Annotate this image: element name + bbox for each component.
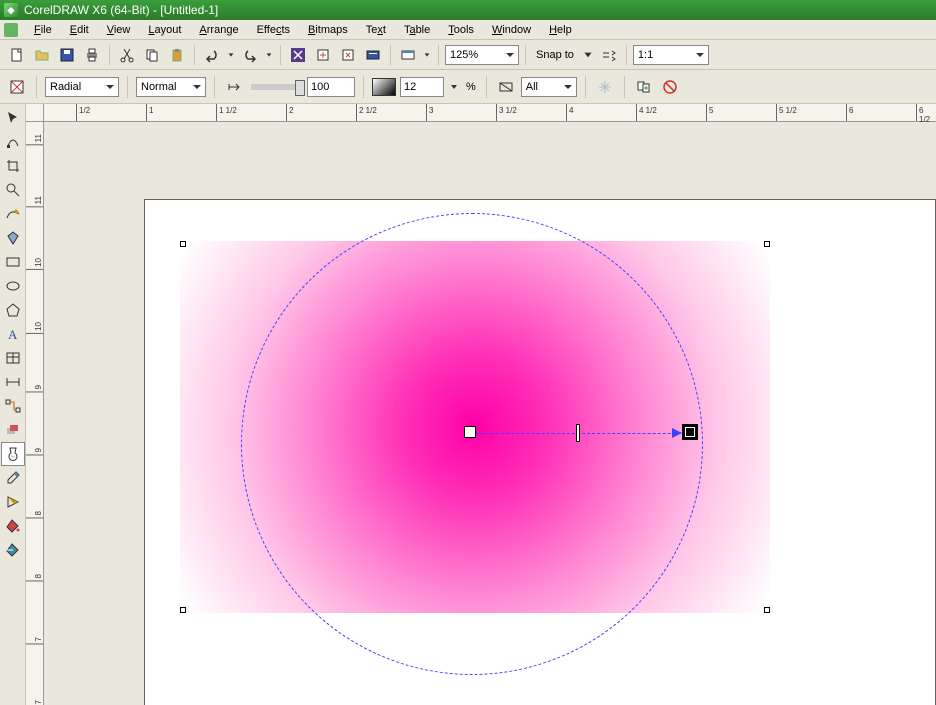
ruler-vertical[interactable]: 11 11 10 10 9 9 8 8 7 7: [26, 122, 44, 705]
percent-label: %: [464, 81, 478, 93]
toolbox: A: [0, 104, 26, 705]
doc-logo-icon: [4, 23, 18, 37]
zoom-tool[interactable]: [1, 178, 25, 202]
ruler-origin[interactable]: [26, 104, 44, 122]
transparency-direction-button[interactable]: [223, 76, 245, 98]
menu-window[interactable]: Window: [484, 22, 539, 38]
apply-scope-dropdown[interactable]: All: [521, 77, 577, 97]
gradient-control-line[interactable]: [471, 433, 691, 434]
canvas-area[interactable]: 1/2 1 1 1/2 2 2 1/2 3 3 1/2 4 4 1/2 5 5 …: [26, 104, 936, 705]
ruler-horizontal[interactable]: 1/2 1 1 1/2 2 2 1/2 3 3 1/2 4 4 1/2 5 5 …: [44, 104, 936, 122]
launcher-dropdown[interactable]: [422, 44, 432, 66]
snap-options-button[interactable]: [598, 44, 620, 66]
save-button[interactable]: [56, 44, 78, 66]
connector-tool[interactable]: [1, 394, 25, 418]
menu-text[interactable]: Text: [358, 22, 394, 38]
menu-file[interactable]: File: [26, 22, 60, 38]
gradient-preview-icon: [372, 78, 396, 96]
interactive-fill-tool[interactable]: [1, 538, 25, 562]
ratio-dropdown[interactable]: 1:1: [633, 45, 709, 65]
search-button[interactable]: [287, 44, 309, 66]
selection-handle-sw[interactable]: [180, 607, 186, 613]
snap-label: Snap to: [532, 49, 578, 61]
new-button[interactable]: [6, 44, 28, 66]
freeze-button[interactable]: [594, 76, 616, 98]
smart-fill-tool[interactable]: [1, 226, 25, 250]
menu-edit[interactable]: Edit: [62, 22, 97, 38]
transparency-preset-button[interactable]: [6, 76, 28, 98]
opacity-input[interactable]: 100: [307, 77, 355, 97]
pick-tool[interactable]: [1, 106, 25, 130]
ellipse-tool[interactable]: [1, 274, 25, 298]
menu-view[interactable]: View: [99, 22, 139, 38]
gradient-arrow-icon: [672, 428, 682, 438]
menu-help[interactable]: Help: [541, 22, 580, 38]
dimension-tool[interactable]: [1, 370, 25, 394]
app-logo-icon: ◆: [4, 3, 18, 17]
selection-handle-se[interactable]: [764, 607, 770, 613]
effects-tool[interactable]: [1, 418, 25, 442]
opacity-slider[interactable]: [251, 84, 301, 90]
property-bar: Radial Normal 100 12 % All: [0, 70, 936, 104]
svg-text:A: A: [8, 327, 18, 342]
standard-toolbar: 125% Snap to 1:1: [0, 40, 936, 70]
export-button[interactable]: [337, 44, 359, 66]
copy-transparency-button[interactable]: [633, 76, 655, 98]
print-button[interactable]: [81, 44, 103, 66]
snap-dropdown[interactable]: [581, 44, 595, 66]
gradient-start-node[interactable]: [464, 426, 476, 438]
transparency-tool[interactable]: [1, 442, 25, 466]
menu-arrange[interactable]: Arrange: [191, 22, 246, 38]
gradient-end-node[interactable]: [684, 426, 696, 438]
blend-mode-dropdown[interactable]: Normal: [136, 77, 206, 97]
title-bar: ◆ CorelDRAW X6 (64-Bit) - [Untitled-1]: [0, 0, 936, 20]
eyedropper-tool[interactable]: [1, 466, 25, 490]
undo-button[interactable]: [201, 44, 223, 66]
cut-button[interactable]: [116, 44, 138, 66]
import-button[interactable]: [312, 44, 334, 66]
apply-target-icon: [495, 76, 517, 98]
menu-table[interactable]: Table: [396, 22, 438, 38]
polygon-tool[interactable]: [1, 298, 25, 322]
text-tool[interactable]: A: [1, 322, 25, 346]
launcher-button[interactable]: [397, 44, 419, 66]
paste-button[interactable]: [166, 44, 188, 66]
app-title: CorelDRAW X6 (64-Bit) - [Untitled-1]: [24, 3, 218, 17]
selection-handle-nw[interactable]: [180, 241, 186, 247]
crop-tool[interactable]: [1, 154, 25, 178]
menu-effects[interactable]: Effects: [249, 22, 298, 38]
fill-tool[interactable]: [1, 514, 25, 538]
angle-dropdown[interactable]: [448, 76, 460, 98]
open-button[interactable]: [31, 44, 53, 66]
selection-handle-ne[interactable]: [764, 241, 770, 247]
zoom-dropdown[interactable]: 125%: [445, 45, 519, 65]
clear-transparency-button[interactable]: [659, 76, 681, 98]
menu-bitmaps[interactable]: Bitmaps: [300, 22, 356, 38]
gradient-midpoint-slider[interactable]: [576, 424, 580, 442]
menu-bar: File Edit View Layout Arrange Effects Bi…: [0, 20, 936, 40]
outline-tool[interactable]: [1, 490, 25, 514]
redo-dropdown[interactable]: [264, 44, 274, 66]
shape-tool[interactable]: [1, 130, 25, 154]
undo-dropdown[interactable]: [226, 44, 236, 66]
fill-type-dropdown[interactable]: Radial: [45, 77, 119, 97]
rectangle-tool[interactable]: [1, 250, 25, 274]
freehand-tool[interactable]: [1, 202, 25, 226]
menu-layout[interactable]: Layout: [140, 22, 189, 38]
redo-button[interactable]: [239, 44, 261, 66]
table-tool[interactable]: [1, 346, 25, 370]
publish-button[interactable]: [362, 44, 384, 66]
menu-tools[interactable]: Tools: [440, 22, 482, 38]
angle-input[interactable]: 12: [400, 77, 444, 97]
copy-button[interactable]: [141, 44, 163, 66]
workspace: A 1/2 1 1 1/2 2 2 1/2 3 3 1/2 4 4 1/2 5 …: [0, 104, 936, 705]
